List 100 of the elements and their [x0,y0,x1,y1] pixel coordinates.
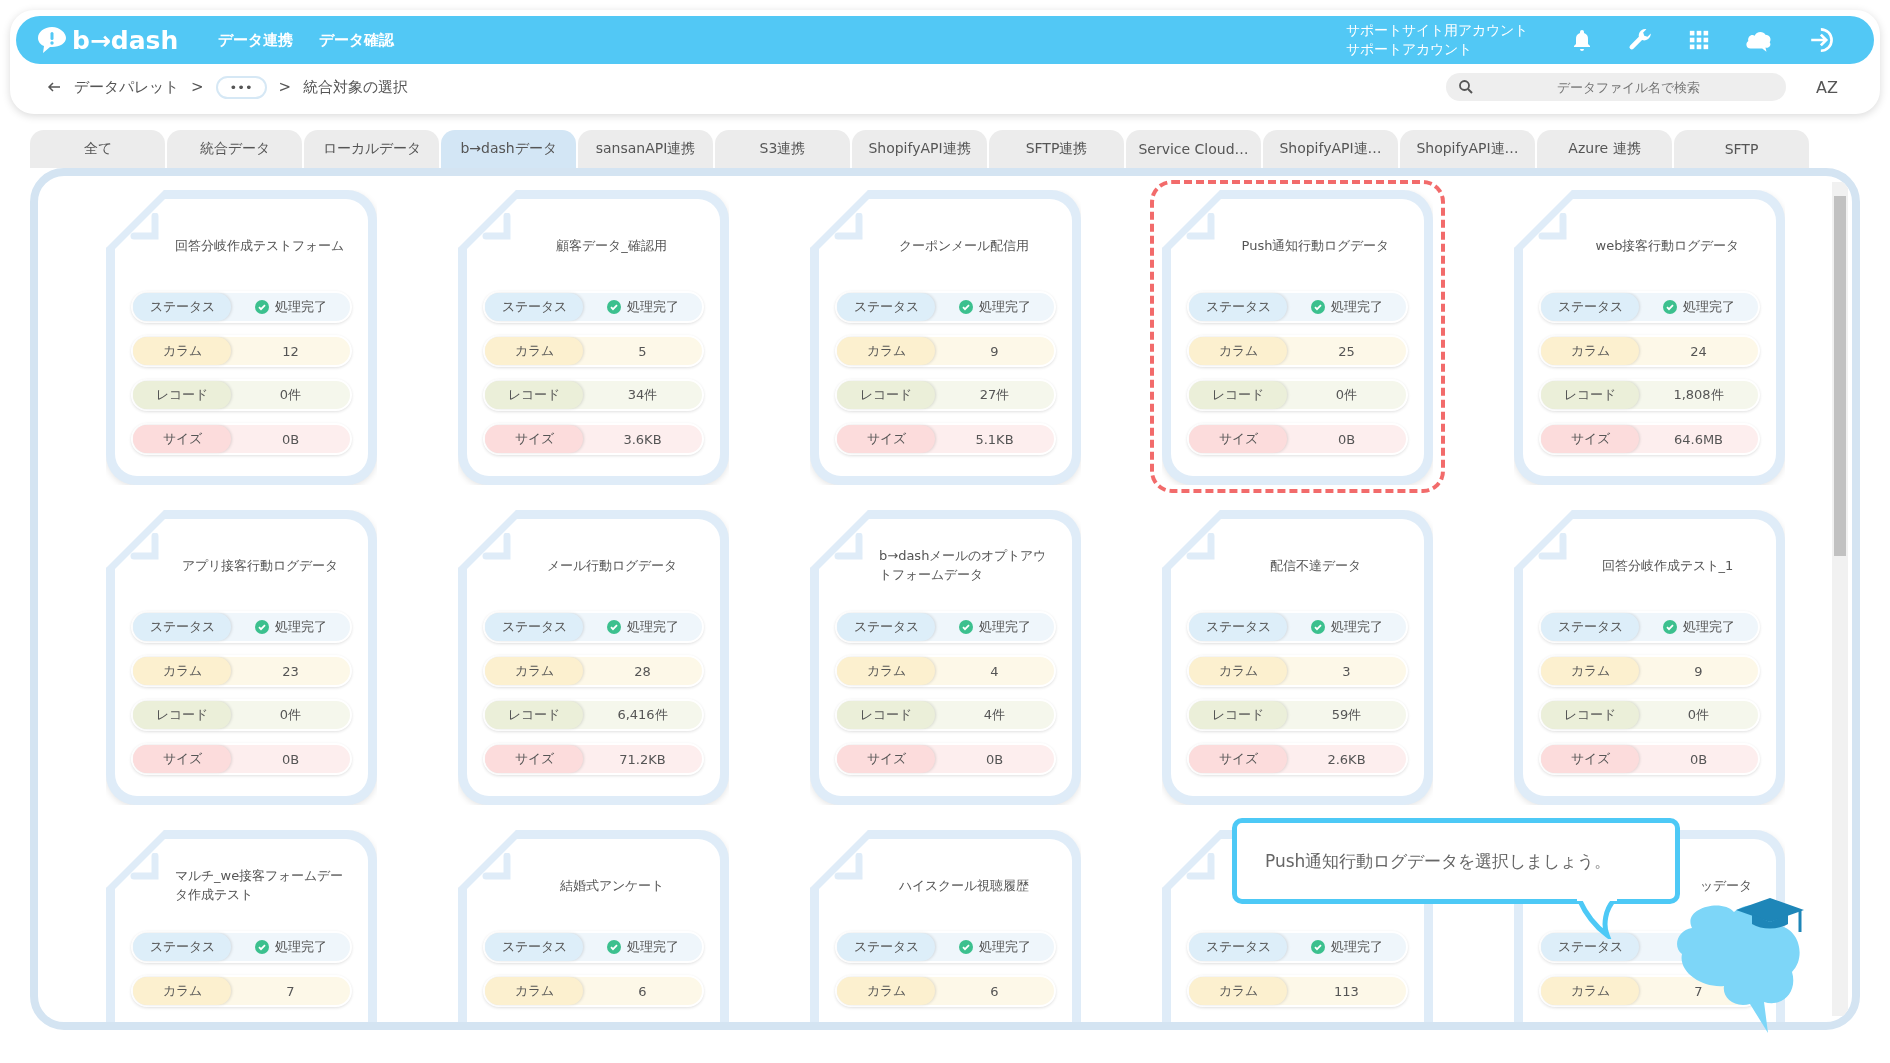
tab[interactable]: ShopifyAPI連携 [852,130,987,168]
sort-button[interactable]: AZ [1816,77,1838,97]
search-field[interactable]: データファイル名で検索 [1446,73,1787,101]
tab[interactable]: b→dashデータ [441,130,576,168]
stat-value: 0B [281,431,300,447]
stat-label: カラム [1541,977,1639,1005]
stat-label: カラム [133,657,231,685]
data-file-card[interactable]: マルチ_we接客フォームデータ作成テスト ステータス 処理完了 カラム 7 [106,830,377,1022]
stat-value: 7 [1694,983,1703,999]
breadcrumb-separator: > [278,78,292,96]
stat-value: 7 [286,983,295,999]
check-circle-icon [958,300,973,314]
stat-label: サイズ [1189,425,1287,453]
check-circle-icon [606,940,621,954]
data-file-card[interactable]: b→dashメールのオプトアウトフォームデータ ステータス 処理完了 カラム 4 レコード 4件 サイズ 0B [810,510,1081,805]
stat-label: レコード [837,701,935,729]
stat-value: 0件 [279,386,302,404]
stat-label: サイズ [837,425,935,453]
tab[interactable]: SFTP [1674,130,1809,168]
data-file-card[interactable]: 顧客データ_確認用 ステータス 処理完了 カラム 5 レコード 34件 サイズ 3.6KB [458,190,729,485]
stat-value: 2.6KB [1327,751,1366,767]
tab[interactable]: Azure 連携 [1537,130,1672,168]
card-title: 配信不達データ [1270,556,1361,575]
tab[interactable]: S3連携 [715,130,850,168]
card-title: 顧客データ_確認用 [556,236,667,255]
stat-label: カラム [1541,337,1639,365]
breadcrumb-link[interactable]: データパレット [74,77,179,97]
check-circle-icon [1310,940,1325,954]
tab[interactable]: ShopifyAPI連… [1263,130,1398,168]
data-file-card[interactable]: 結婚式アンケート ステータス 処理完了 カラム 6 [458,830,729,1022]
data-file-card[interactable]: 配信不達データ ステータス 処理完了 カラム 3 レコード 59件 サイズ 2.6KB [1162,510,1433,805]
check-circle-icon [958,940,973,954]
stat-value: 0件 [279,706,302,724]
stat-value: 1,808件 [1673,386,1724,404]
stat-value: 処理完了 [626,938,679,956]
card-title: 回答分岐作成テストフォーム [175,236,344,255]
stat-label: レコード [133,381,231,409]
stat-value: 処理完了 [274,298,327,316]
stat-value: 処理完了 [1682,298,1735,316]
stat-value: 9 [990,343,999,359]
tab[interactable]: SFTP連携 [989,130,1124,168]
stat-label: カラム [1189,337,1287,365]
card-title: b→dashメールのオプトアウトフォームデータ [879,547,1048,584]
stat-value: 3 [1342,663,1351,679]
data-file-card[interactable]: クーポンメール配信用 ステータス 処理完了 カラム 9 レコード 27件 サイズ 5.1KB [810,190,1081,485]
data-file-card[interactable]: web接客行動ログデータ ステータス 処理完了 カラム 24 レコード 1,808件 サイズ 64.6MB [1514,190,1785,485]
stat-value: 0B [985,751,1004,767]
stat-label: レコード [1541,381,1639,409]
stat-value: 処理完了 [626,618,679,636]
tab[interactable]: ローカルデータ [304,130,439,168]
check-circle-icon [254,300,269,314]
stat-value: 0B [281,751,300,767]
check-circle-icon [606,300,621,314]
stat-label: カラム [485,337,583,365]
stat-label: サイズ [133,425,231,453]
data-file-card[interactable]: 回答分岐作成テストフォーム ステータス 処理完了 カラム 12 レコード 0件 サイズ 0B [106,190,377,485]
stat-value: 12 [282,343,299,359]
check-circle-icon [958,620,973,634]
stat-value: 113 [1334,983,1359,999]
tab[interactable]: 全て [30,130,165,168]
stat-value: 4件 [983,706,1006,724]
stat-label: ステータス [1189,293,1287,321]
stat-value: 9 [1694,663,1703,679]
data-file-card[interactable]: Push通知行動ログデータ ステータス 処理完了 カラム 25 レコード 0件 サイズ 0B [1162,190,1433,485]
stat-label: カラム [1189,977,1287,1005]
tab[interactable]: ShopifyAPI連… [1400,130,1535,168]
stat-value: 27件 [979,386,1010,404]
card-title: web接客行動ログデータ [1595,236,1740,255]
tab[interactable]: Service Cloud… [1126,130,1261,168]
stat-value: 6 [990,983,999,999]
scrollbar[interactable] [1832,182,1848,1016]
stat-label: サイズ [1189,745,1287,773]
tab[interactable]: 統合データ [167,130,302,168]
stat-label: ステータス [837,293,935,321]
card-title: ッデータ [1700,876,1752,895]
stat-label: レコード [1189,701,1287,729]
data-file-card[interactable]: ハイスクール視聴履歴 ステータス 処理完了 カラム 6 [810,830,1081,1022]
stat-value: 4 [990,663,999,679]
card-title: アプリ接客行動ログデータ [181,556,338,575]
data-file-card[interactable]: アプリ接客行動ログデータ ステータス 処理完了 カラム 23 レコード 0件 サイズ 0B [106,510,377,805]
stat-value: 6,416件 [617,706,668,724]
grid-icon[interactable] [1688,29,1710,51]
tab[interactable]: sansanAPI連携 [578,130,713,168]
stat-value: 処理完了 [274,938,327,956]
stat-value: 処理完了 [1330,938,1383,956]
stat-label: ステータス [485,933,583,961]
stat-label: サイズ [1541,425,1639,453]
stat-label: レコード [485,701,583,729]
breadcrumb-separator: > [191,78,204,96]
stat-value: 処理完了 [274,618,327,636]
more-button[interactable]: ••• [215,75,267,99]
data-file-card[interactable]: メール行動ログデータ ステータス 処理完了 カラム 28 レコード 6,416件 サイズ 71.2KB [458,510,729,805]
stat-value: 3.6KB [623,431,662,447]
stat-value: 処理完了 [978,298,1031,316]
stat-value: 59件 [1331,706,1362,724]
data-file-card[interactable]: 回答分岐作成テスト_1 ステータス 処理完了 カラム 9 レコード 0件 サイズ 0B [1514,510,1785,805]
stat-label: ステータス [837,613,935,641]
stat-value: 23 [282,663,299,679]
card-title: 回答分岐作成テスト_1 [1601,556,1734,575]
check-circle-icon [606,620,621,634]
